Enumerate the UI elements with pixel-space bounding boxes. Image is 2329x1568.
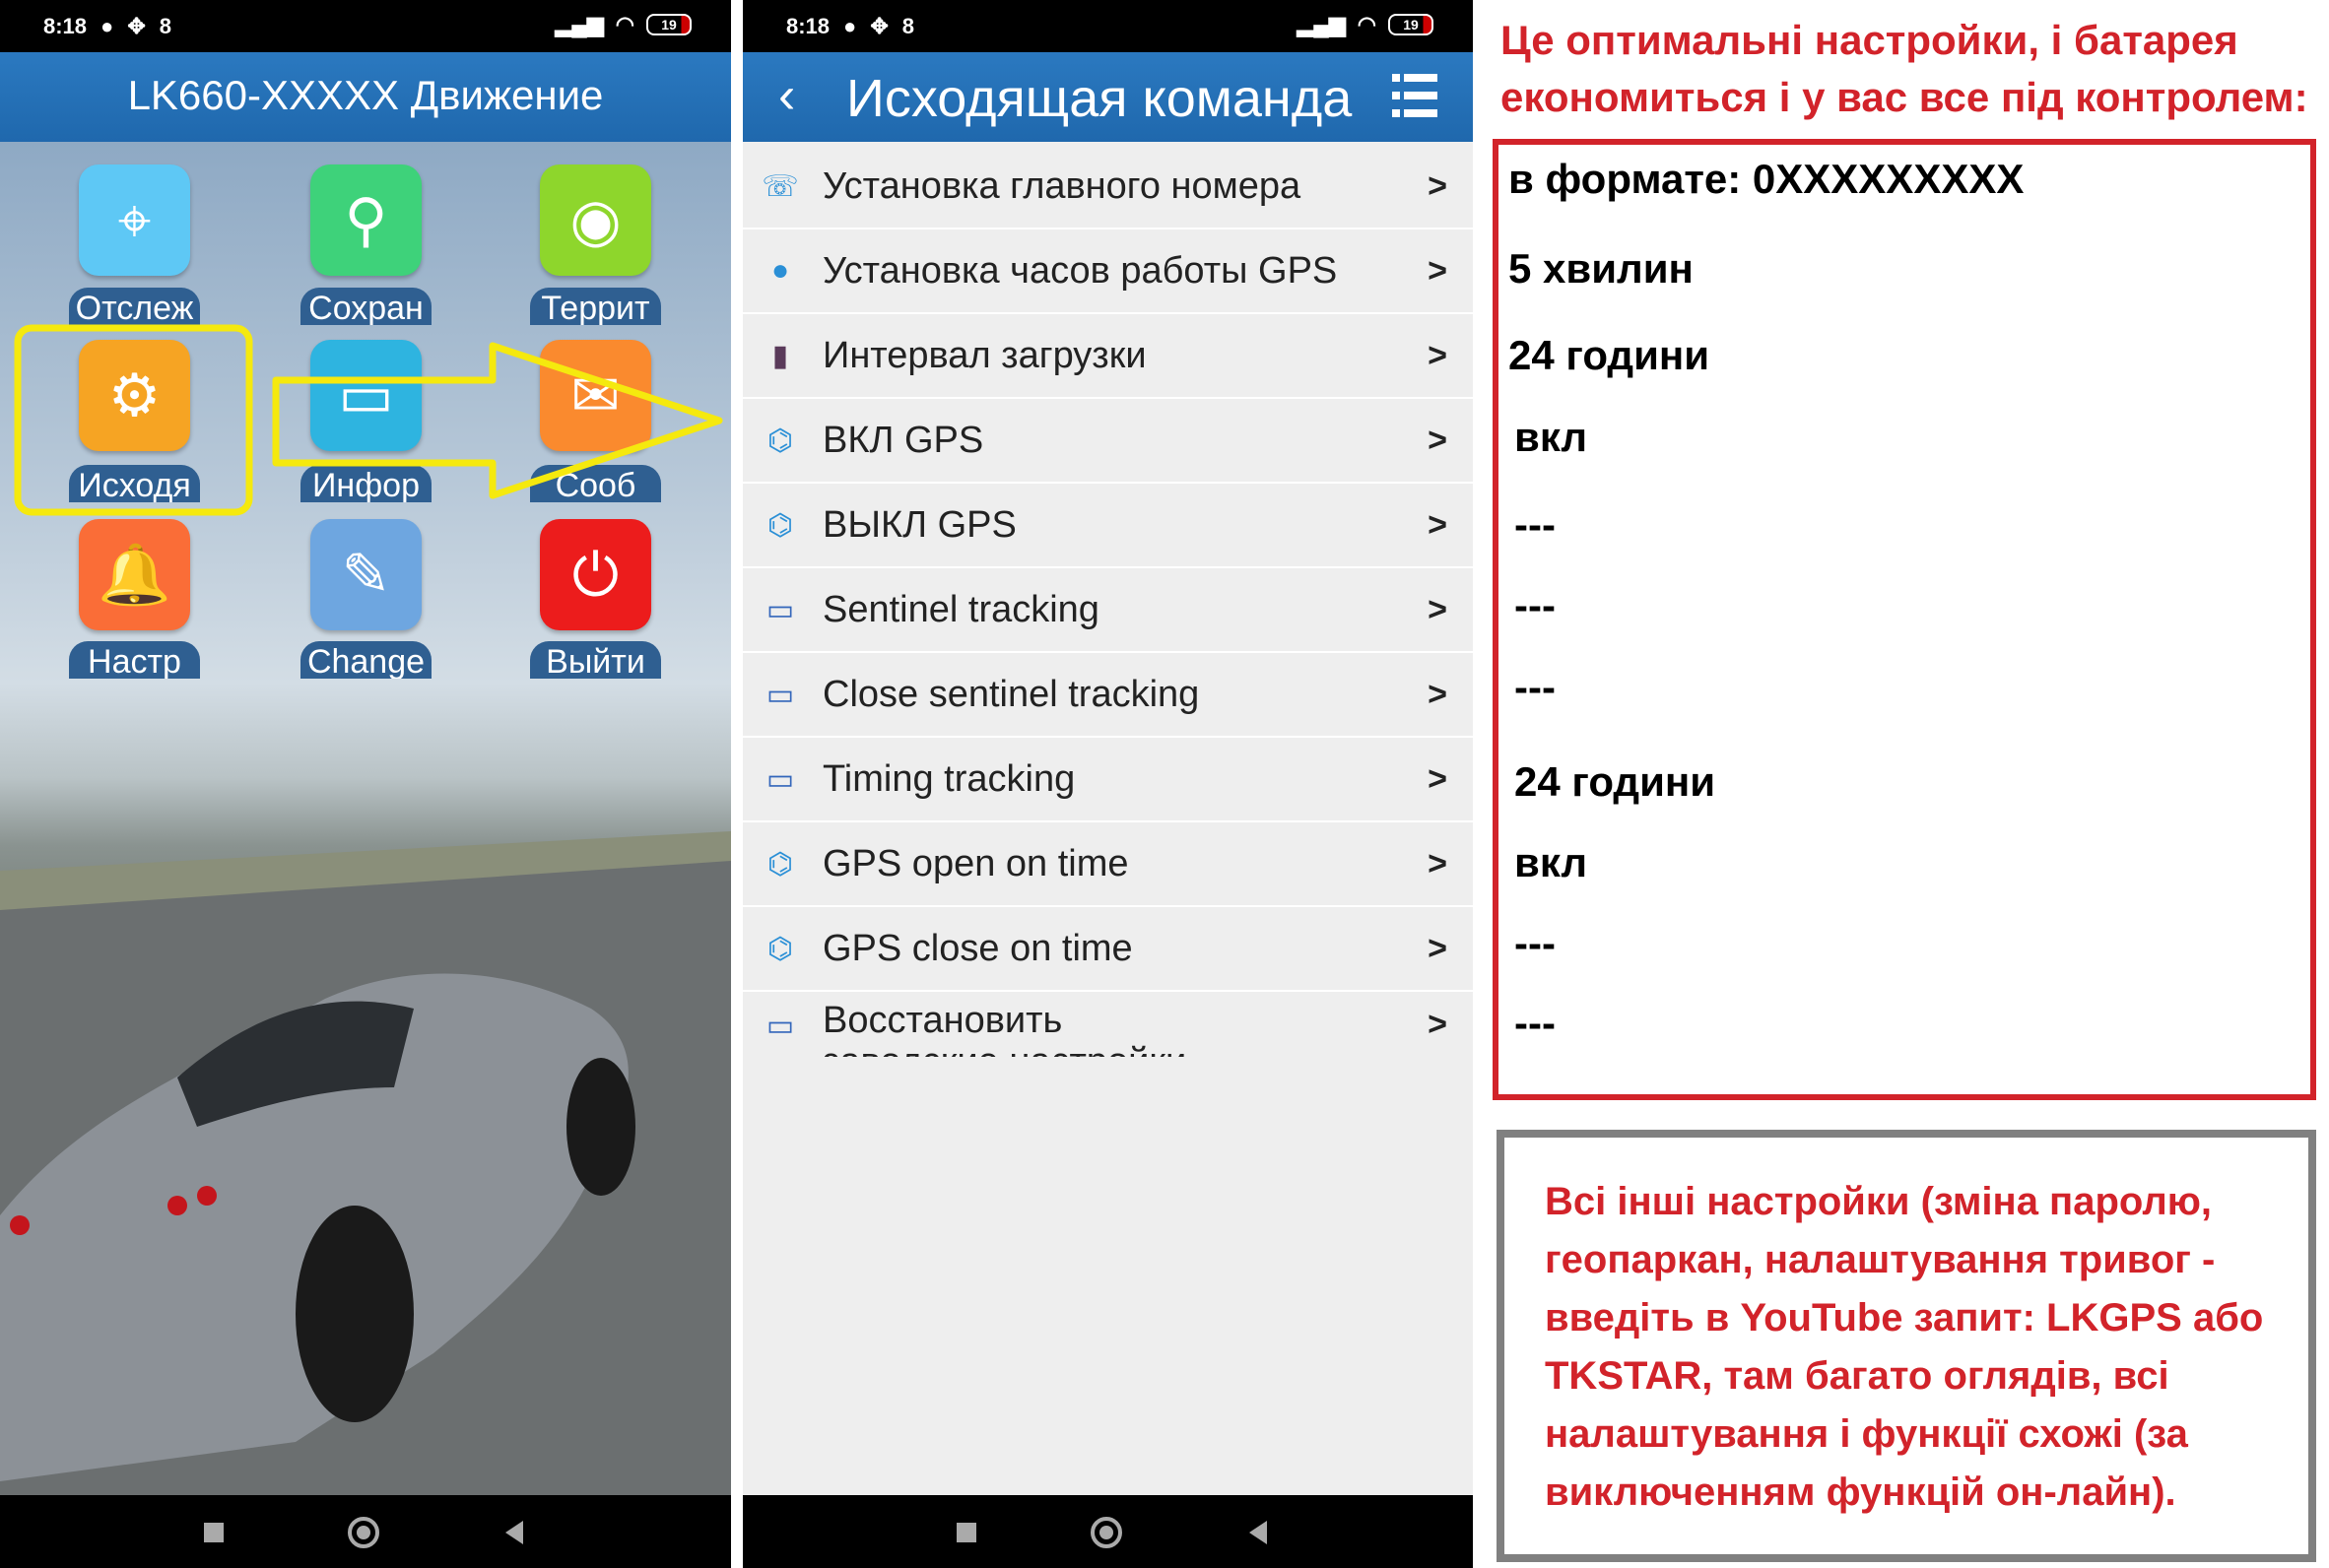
satellite-icon: ⌬: [766, 847, 794, 881]
command-label: ВКЛ GPS: [823, 420, 984, 461]
highlight-box: [14, 324, 253, 516]
recommended-values-box: в формате: 0XXXXXXXXX 5 хвилин 24 години вк…: [1493, 139, 2316, 1100]
home-button[interactable]: [1091, 1517, 1122, 1548]
recommended-value: ---: [1514, 1000, 1556, 1046]
recents-button[interactable]: [204, 1523, 224, 1542]
annotation-title: Це оптимальні настройки, і батарея еконо…: [1500, 12, 2308, 126]
recommended-value: ---: [1514, 664, 1556, 710]
notif-count: 8: [901, 14, 915, 38]
annotation-highlight: [14, 324, 723, 516]
chevron-right-icon: >: [1428, 590, 1447, 628]
home-screen: 8:18 ● ✥ 8 ▂▄▆ ◠ 19 LK660-XXXXX Движение ⌖ Отс…: [0, 0, 731, 1568]
recommended-value: 24 години: [1508, 332, 1710, 378]
command-label: Sentinel tracking: [823, 589, 1099, 630]
annotation-title-line: Це оптимальні настройки, і батарея: [1500, 17, 2238, 63]
command-label: GPS close on time: [823, 928, 1133, 969]
recommended-value: вкл: [1514, 839, 1588, 885]
recommended-value: вкл: [1514, 414, 1588, 460]
laptop-clock-icon: ▭: [765, 762, 795, 796]
command-label: Timing tracking: [823, 758, 1076, 800]
signal-icon: ▂▄▆: [1297, 12, 1346, 36]
recommended-value: ---: [1514, 501, 1556, 548]
move-icon: ✥: [870, 14, 889, 38]
command-item[interactable]: ▭ Sentinel tracking >: [743, 568, 1473, 653]
command-item[interactable]: ⌬ GPS close on time >: [743, 907, 1473, 992]
command-label: GPS open on time: [823, 843, 1129, 884]
satellite-icon: ⌬: [766, 932, 794, 965]
command-item[interactable]: ⌬ ВКЛ GPS >: [743, 399, 1473, 484]
command-item[interactable]: ▮ Интервал загрузки >: [743, 314, 1473, 399]
recommended-value: в формате: 0XXXXXXXXX: [1508, 156, 2025, 202]
chevron-right-icon: >: [1428, 929, 1447, 967]
list-menu-icon[interactable]: [1392, 72, 1437, 119]
app-header: ‹ Исходящая команда: [743, 52, 1473, 142]
command-label: Восстановить заводские настройки: [823, 1000, 1186, 1057]
status-time: 8:18: [786, 14, 831, 38]
command-label: Установка главного номера: [823, 165, 1301, 207]
battery-icon: 19: [1388, 14, 1433, 35]
chevron-right-icon: >: [1428, 505, 1447, 544]
chevron-right-icon: >: [1428, 336, 1447, 374]
phone-keypad-icon: ☏: [762, 169, 799, 203]
annotation-title-line: економиться і у вас все під контролем:: [1500, 74, 2308, 120]
wifi-icon: ◠: [1357, 12, 1376, 36]
laptop-reset-icon: ▭: [765, 1009, 795, 1042]
mouse-icon: ▮: [771, 339, 789, 372]
recents-button[interactable]: [957, 1523, 976, 1542]
command-item[interactable]: ⌬ GPS open on time >: [743, 822, 1473, 907]
android-nav-bar: [743, 1495, 1473, 1568]
chevron-right-icon: >: [1428, 844, 1447, 882]
android-nav-bar: [0, 1495, 731, 1568]
command-label: Close sentinel tracking: [823, 674, 1200, 715]
back-button[interactable]: [1249, 1521, 1267, 1544]
home-button[interactable]: [348, 1517, 379, 1548]
command-label: Установка часов работы GPS: [823, 250, 1338, 292]
command-item[interactable]: ▭ Timing tracking >: [743, 738, 1473, 822]
chevron-right-icon: >: [1428, 251, 1447, 290]
command-label: ВЫКЛ GPS: [823, 504, 1017, 546]
back-button[interactable]: [505, 1521, 523, 1544]
laptop-clock-icon: ▭: [765, 593, 795, 626]
recommended-value: ---: [1514, 582, 1556, 628]
facebook-icon: ●: [843, 14, 857, 38]
page-title: Исходящая команда: [846, 69, 1353, 128]
recommended-value: 5 хвилин: [1508, 245, 1694, 292]
note-text: Всі інші настройки (зміна паролю, геопар…: [1545, 1180, 2264, 1514]
chevron-right-icon: >: [1428, 675, 1447, 713]
command-item[interactable]: ● Установка часов работы GPS >: [743, 229, 1473, 314]
status-bar: 8:18 ● ✥ 8 ▂▄▆ ◠ 19: [743, 0, 1473, 52]
command-item[interactable]: ▭ Close sentinel tracking >: [743, 653, 1473, 738]
arrow-annotation: [272, 342, 723, 499]
note-box: Всі інші настройки (зміна паролю, геопар…: [1497, 1130, 2316, 1562]
command-item[interactable]: ☏ Установка главного номера >: [743, 145, 1473, 229]
back-chevron-icon[interactable]: ‹: [778, 66, 795, 125]
command-label: Интервал загрузки: [823, 335, 1147, 376]
recommended-value: 24 години: [1514, 758, 1716, 805]
laptop-clock-icon: ▭: [765, 678, 795, 711]
recommended-value: ---: [1514, 920, 1556, 966]
satellite-icon: ⌬: [766, 424, 794, 457]
satellite-off-icon: ⌬: [766, 508, 794, 542]
globe-icon: ●: [770, 254, 790, 287]
chevron-right-icon: >: [1428, 166, 1447, 205]
command-item[interactable]: ⌬ ВЫКЛ GPS >: [743, 484, 1473, 568]
chevron-right-icon: >: [1428, 1006, 1447, 1043]
command-item[interactable]: ▭ Восстановить заводские настройки >: [743, 992, 1473, 1057]
chevron-right-icon: >: [1428, 759, 1447, 798]
outgoing-command-screen: 8:18 ● ✥ 8 ▂▄▆ ◠ 19 ‹ Исходящая команда ☏ Уста…: [743, 0, 1473, 1568]
chevron-right-icon: >: [1428, 421, 1447, 459]
